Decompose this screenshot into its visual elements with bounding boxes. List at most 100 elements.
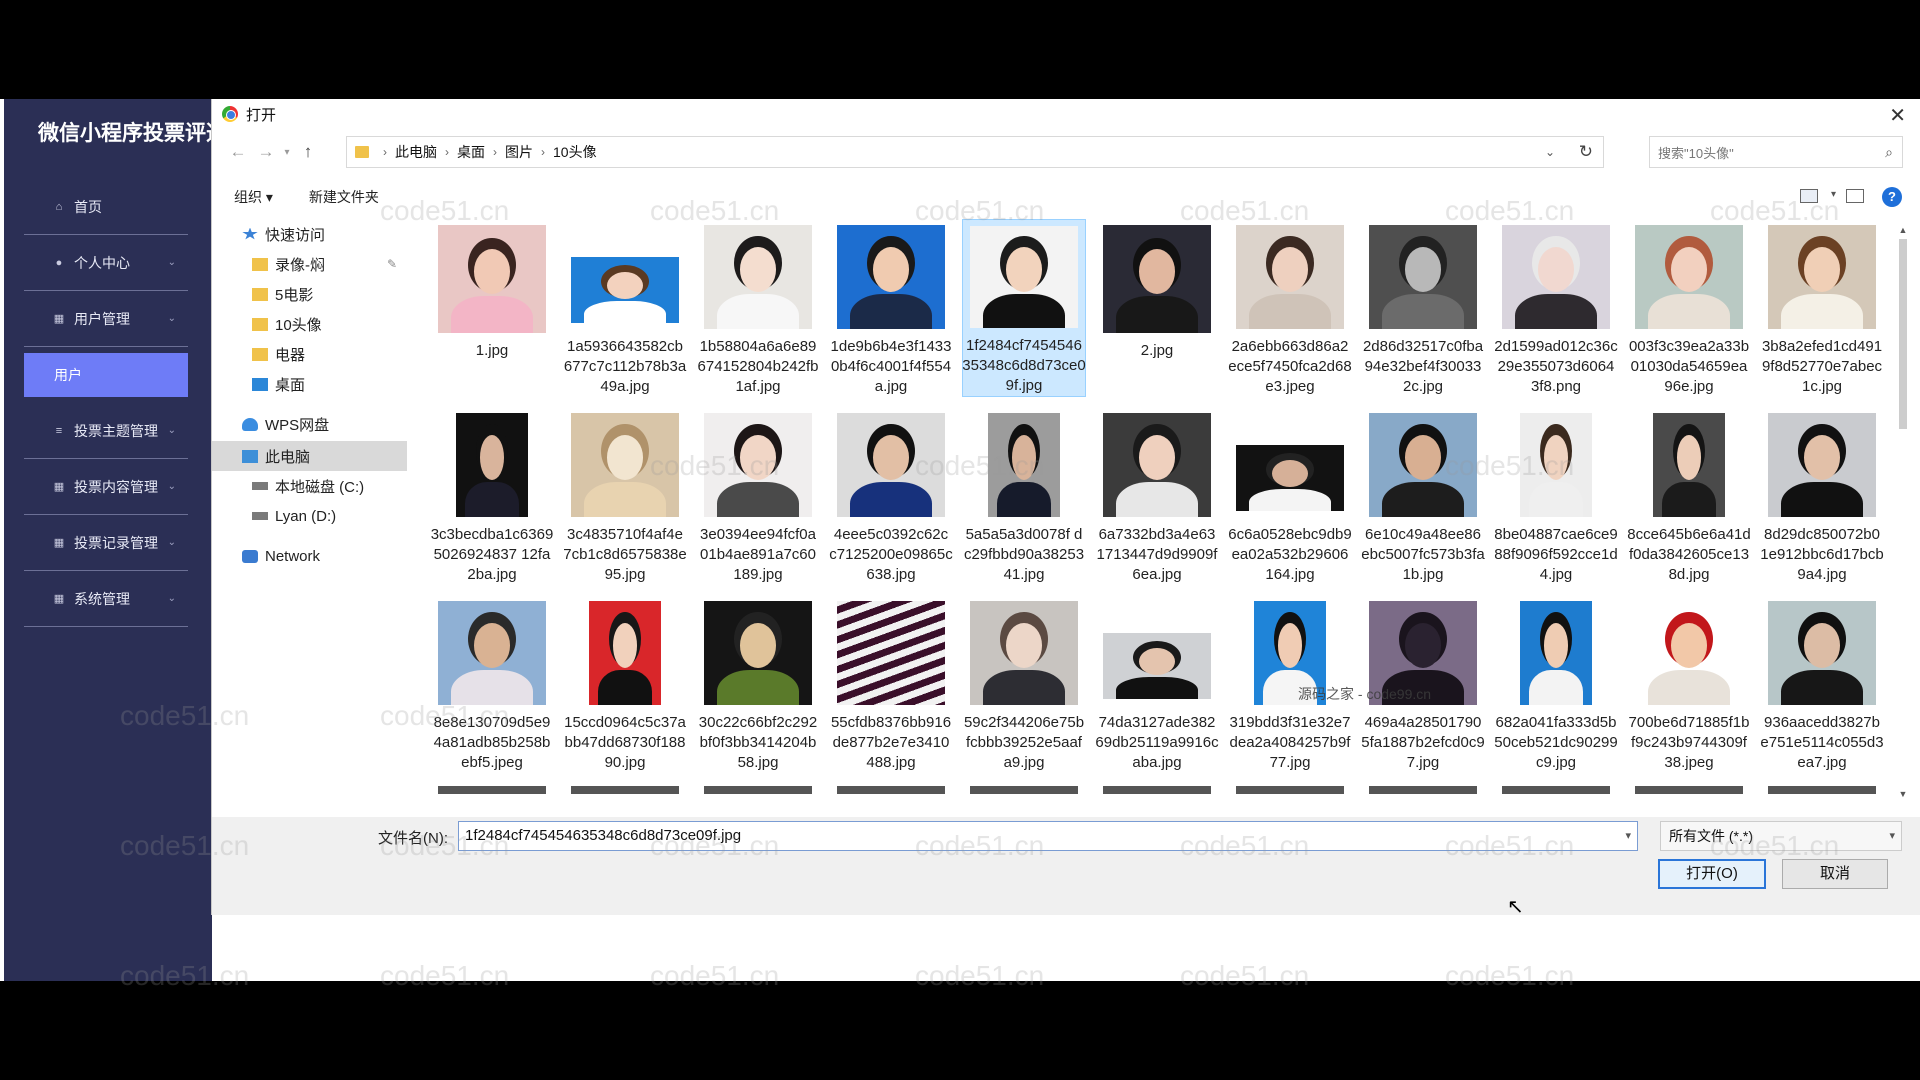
nav-item[interactable]: Network [212,541,407,571]
file-name: 8be04887cae6ce988f9096f592cce1d4.jpg [1494,526,1618,583]
file-tile[interactable]: 8be04887cae6ce988f9096f592cce1d4.jpg [1494,407,1618,585]
file-thumbnail [704,225,812,329]
up-arrow-icon[interactable]: ↑ [294,142,322,162]
search-input[interactable]: 搜索"10头像" ⌕ [1649,136,1903,168]
nav-item[interactable]: Lyan (D:) [212,501,407,531]
breadcrumb-item[interactable]: 10头像 [553,142,597,162]
file-tile[interactable]: 59c2f344206e75bfcbbb39252e5aafa9.jpg [962,595,1086,773]
chevron-down-icon[interactable]: ▾ [1831,189,1836,200]
file-thumbnail [1768,601,1876,705]
admin-menu-item[interactable]: ▦ 系统管理 ⌄ [24,571,188,627]
address-bar[interactable]: › 此电脑 › 桌面 › 图片 › 10头像 ⌄ ↻ [346,136,1604,168]
file-tile[interactable]: 3c4835710f4af4e7cb1c8d6575838e95.jpg [563,407,687,585]
new-folder-button[interactable]: 新建文件夹 [309,187,379,207]
admin-menu-item[interactable]: ▦ 用户管理 ⌄ [24,291,188,347]
nav-item[interactable]: 此电脑 [212,441,407,471]
filetype-select[interactable]: 所有文件 (*.*) ▾ [1660,821,1902,851]
refresh-icon[interactable]: ↻ [1579,142,1593,162]
nav-item[interactable]: 录像-焖 ✎ [212,249,407,279]
file-tile[interactable]: 1de9b6b4e3f14330b4f6c4001f4f554a.jpg [829,219,953,397]
search-icon[interactable]: ⌕ [1885,144,1893,161]
admin-menu-item[interactable]: ▦ 投票内容管理 ⌄ [24,459,188,515]
file-tile[interactable]: 8d29dc850072b01e912bbc6d17bcb9a4.jpg [1760,407,1884,585]
file-tile[interactable]: 3c3becdba1c63695026924837 12fa2ba.jpg [430,407,554,585]
admin-menu-item[interactable]: ● 个人中心 ⌄ [24,235,188,291]
file-tile[interactable]: 1b58804a6a6e89674152804b242fb1af.jpg [696,219,820,397]
nav-item[interactable]: 5电影 [212,279,407,309]
breadcrumb-item[interactable]: 此电脑 [395,142,437,162]
forward-arrow-icon[interactable]: → [252,142,280,162]
admin-menu: ⌂ 首页 ● 个人中心 ⌄ ▦ 用户管理 ⌄ 用户 ≡ 投票主题管理 ⌄ ▦ 投票内容管理 ⌄ ▦ 投票记录管理… [24,179,188,627]
file-tile[interactable]: 5a5a5a3d0078f dc29fbbd90a3825341.jpg [962,407,1086,585]
file-tile[interactable]: 1f2484cf745454635348c6d8d73ce09f.jpg [962,219,1086,397]
scroll-down-area[interactable]: ▼ [1896,789,1910,803]
nav-item[interactable]: 快速访问 [212,219,407,249]
preview-pane-icon[interactable] [1846,189,1864,203]
file-tile[interactable]: 30c22c66bf2c292bf0f3bb3414204b58.jpg [696,595,820,773]
nav-item[interactable]: WPS网盘 [212,409,407,439]
help-icon[interactable]: ? [1882,187,1902,207]
close-icon[interactable]: ✕ [1889,103,1906,128]
file-tile[interactable]: 3b8a2efed1cd4919f8d52770e7abec1c.jpg [1760,219,1884,397]
file-tile[interactable]: 6e10c49a48ee86ebc5007fc573b3fa1b.jpg [1361,407,1485,585]
file-tile[interactable]: 003f3c39ea2a33b01030da54659ea96e.jpg [1627,219,1751,397]
file-tile[interactable]: 2d1599ad012c36c29e355073d60643f8.png [1494,219,1618,397]
view-icon[interactable] [1800,189,1818,203]
file-tile[interactable]: 6c6a0528ebc9db9ea02a532b29606164.jpg [1228,407,1352,585]
filename-field[interactable]: 1f2484cf745454635348c6d8d73ce09f.jpg ▾ [458,821,1638,851]
chevron-down-icon[interactable]: ⌄ [1545,145,1555,159]
chevron-down-icon[interactable]: ▾ [1889,822,1895,850]
scroll-down-icon[interactable]: ▼ [1896,789,1910,799]
navigation-pane: 快速访问 录像-焖 ✎ 5电影 10头像 电器 桌面 WPS网盘 此电脑 本地磁盘 (C:) Lya… [212,219,407,794]
file-thumbnail [1369,225,1477,329]
file-tile[interactable]: 3e0394ee94fcf0a01b4ae891a7c60189.jpg [696,407,820,585]
nav-item[interactable]: 10头像 [212,309,407,339]
file-thumbnail [571,413,679,517]
breadcrumb-item[interactable]: 桌面 [457,142,485,162]
admin-menu-item[interactable]: ▦ 投票记录管理 ⌄ [24,515,188,571]
recent-chevron-icon[interactable]: ▾ [280,147,294,158]
scroll-up-icon[interactable]: ▲ [1896,225,1910,235]
back-arrow-icon[interactable]: ← [224,142,252,162]
admin-menu-item[interactable]: 用户 [24,353,188,397]
file-tile[interactable]: 1a5936643582cb677c7c112b78b3a49a.jpg [563,219,687,397]
open-button[interactable]: 打开(O) [1658,859,1766,889]
file-tile[interactable]: 15ccd0964c5c37abb47dd68730f18890.jpg [563,595,687,773]
file-name: 4eee5c0392c62c c7125200e09865c638.jpg [829,526,953,583]
file-thumbnail [837,413,945,517]
file-tile[interactable]: 2a6ebb663d86a2ece5f7450fca2d68e3.jpeg [1228,219,1352,397]
admin-menu-item[interactable]: ≡ 投票主题管理 ⌄ [24,403,188,459]
file-tile[interactable]: 700be6d71885f1bf9c243b9744309f38.jpeg [1627,595,1751,773]
file-tile[interactable]: 74da3127ade38269db25119a9916caba.jpg [1095,595,1219,773]
file-name: 3c3becdba1c63695026924837 12fa2ba.jpg [430,526,554,583]
admin-menu-label: 首页 [74,198,102,215]
nav-item[interactable]: 电器 [212,339,407,369]
file-tile[interactable]: 55cfdb8376bb916de877b2e7e3410488.jpg [829,595,953,773]
file-tile[interactable]: 8cce645b6e6a41df0da3842605ce138d.jpg [1627,407,1751,585]
file-thumbnail [1635,601,1743,705]
file-tile[interactable]: 2.jpg [1095,219,1219,397]
file-name: 1b58804a6a6e89674152804b242fb1af.jpg [697,338,819,395]
scroll-thumb[interactable] [1899,239,1907,429]
nav-item[interactable]: 桌面 [212,369,407,399]
file-tile[interactable]: 936aacedd3827be751e5114c055d3ea7.jpg [1760,595,1884,773]
file-tile[interactable]: 6a7332bd3a4e631713447d9d9909f6ea.jpg [1095,407,1219,585]
chevron-down-icon: ⌄ [167,593,176,604]
breadcrumb-item[interactable]: 图片 [505,142,533,162]
file-tile[interactable]: 4eee5c0392c62c c7125200e09865c638.jpg [829,407,953,585]
cancel-button[interactable]: 取消 [1782,859,1888,889]
file-tile[interactable]: 8e8e130709d5e94a81adb85b258bebf5.jpeg [430,595,554,773]
chevron-right-icon: › [493,145,497,159]
chevron-down-icon[interactable]: ▾ [1625,822,1631,850]
grid-scrollbar[interactable]: ▲ [1896,225,1910,810]
nav-item[interactable]: 本地磁盘 (C:) [212,471,407,501]
organize-button[interactable]: 组织 ▾ [234,187,273,207]
file-tile[interactable]: 1.jpg [430,219,554,397]
file-tile[interactable]: 682a041fa333d5b50ceb521dc90299c9.jpg [1494,595,1618,773]
file-name: 2d86d32517c0fba94e32bef4f300332c.jpg [1362,338,1484,395]
folder-icon [252,317,268,331]
file-name: 74da3127ade38269db25119a9916caba.jpg [1095,714,1219,771]
admin-menu-item[interactable]: ⌂ 首页 [24,179,188,235]
file-tile[interactable]: 2d86d32517c0fba94e32bef4f300332c.jpg [1361,219,1485,397]
file-name: 59c2f344206e75bfcbbb39252e5aafa9.jpg [963,714,1085,771]
